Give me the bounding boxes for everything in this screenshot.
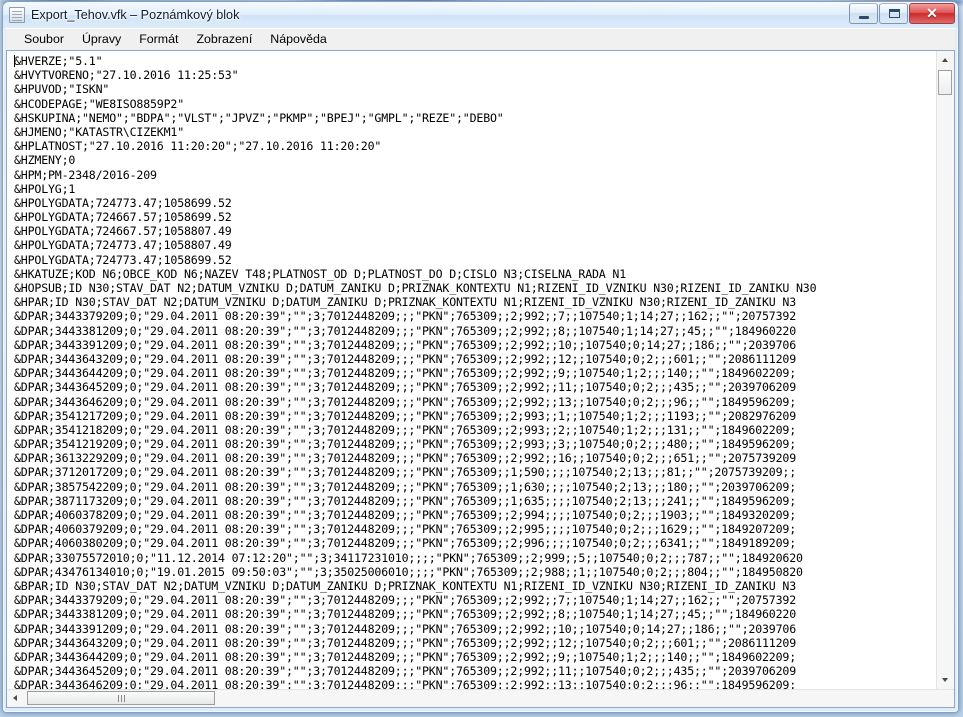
text-line: &HPOLYGDATA;724667.57;1058807.49 <box>14 224 232 239</box>
text-line: &DPAR;3443381209;0;"29.04.2011 08:20:39"… <box>14 323 797 338</box>
text-line: &DPAR;4060379209;0;"29.04.2011 08:20:39"… <box>14 522 797 537</box>
text-line: &HKATUZE;KOD N6;OBCE_KOD N6;NAZEV T48;PL… <box>14 266 627 281</box>
text-line: &DPAR;33075572010;0;"11.12.2014 07:12:20… <box>14 550 803 565</box>
text-line: &HPLATNOST;"27.10.2016 11:20:20";"27.10.… <box>14 139 382 154</box>
text-line: &DPAR;3613229209;0;"29.04.2011 08:20:39"… <box>14 451 797 466</box>
text-line: &DPAR;3541219209;0;"29.04.2011 08:20:39"… <box>14 437 797 452</box>
text-line: &DPAR;4060378209;0;"29.04.2011 08:20:39"… <box>14 508 797 522</box>
horizontal-scrollbar-thumb[interactable] <box>27 691 215 705</box>
text-line: &DPAR;3443644209;0;"29.04.2011 08:20:39"… <box>14 366 797 381</box>
text-line: &DPAR;3443645209;0;"29.04.2011 08:20:39"… <box>14 380 797 395</box>
text-line: &HZMENY;0 <box>14 153 76 168</box>
text-line: &DPAR;3443646209;0;"29.04.2011 08:20:39"… <box>14 678 797 689</box>
text-line: &DPAR;3443643209;0;"29.04.2011 08:20:39"… <box>14 351 797 366</box>
text-line: &DPAR;3443644209;0;"29.04.2011 08:20:39"… <box>14 649 797 664</box>
text-line: &HCODEPAGE;"WE8ISO8859P2" <box>14 96 185 111</box>
editor-frame: &HVERZE;"5.1" &HVYTVORENO;"27.10.2016 11:… <box>6 50 955 708</box>
text-line: &DPAR;3443643209;0;"29.04.2011 08:20:39"… <box>14 635 797 650</box>
text-line: &DPAR;3443391209;0;"29.04.2011 08:20:39"… <box>14 337 797 352</box>
vertical-scrollbar-thumb[interactable] <box>938 70 952 95</box>
maximize-restore-button[interactable] <box>879 3 908 24</box>
menu-item-zobrazeni[interactable]: Zobrazení <box>187 31 261 48</box>
text-line: &DPAR;3443379209;0;"29.04.2011 08:20:39"… <box>14 309 797 324</box>
menu-item-napoveda[interactable]: Nápověda <box>261 31 336 48</box>
text-line: &HPOLYG;1 <box>14 181 76 196</box>
editor-body: &HVERZE;"5.1" &HVYTVORENO;"27.10.2016 11:… <box>7 51 954 689</box>
scroll-left-arrow-icon[interactable] <box>7 690 24 707</box>
text-line: &HPAR;ID N30;STAV_DAT N2;DATUM_VZNIKU D;… <box>14 295 797 310</box>
text-line: &DPAR;3871173209;0;"29.04.2011 08:20:39"… <box>14 493 797 508</box>
text-line: &HPUVOD;"ISKN" <box>14 82 110 97</box>
text-line: &HPOLYGDATA;724773.47;1058699.52 <box>14 195 232 210</box>
minimize-icon <box>859 16 869 19</box>
scrollbar-corner <box>937 690 954 707</box>
text-line: &BPAR;ID N30;STAV_DAT N2;DATUM_VZNIKU D;… <box>14 578 797 593</box>
text-area[interactable]: &HVERZE;"5.1" &HVYTVORENO;"27.10.2016 11:… <box>7 51 936 689</box>
horizontal-scrollbar[interactable] <box>7 689 954 707</box>
text-line: &HOPSUB;ID N30;STAV_DAT N2;DATUM_VZNIKU … <box>14 281 817 295</box>
vertical-scrollbar[interactable] <box>936 51 954 689</box>
text-line: &DPAR;3443646209;0;"29.04.2011 08:20:39"… <box>14 394 797 409</box>
text-line: &DPAR;3541218209;0;"29.04.2011 08:20:39"… <box>14 422 797 437</box>
restore-icon <box>889 9 900 18</box>
text-line: &DPAR;43476134010;0;"19.01.2015 09:50:03… <box>14 564 803 579</box>
text-line: &HVERZE;"5.1" <box>14 54 103 68</box>
text-line: &DPAR;3443381209;0;"29.04.2011 08:20:39"… <box>14 607 797 622</box>
text-line: &DPAR;3443379209;0;"29.04.2011 08:20:39"… <box>14 593 797 608</box>
window-controls: ✕ <box>848 3 955 24</box>
window-title: Export_Tehov.vfk – Poznámkový blok <box>31 8 240 22</box>
minimize-button[interactable] <box>849 3 878 24</box>
menu-item-soubor[interactable]: Soubor <box>15 31 73 48</box>
close-button[interactable]: ✕ <box>909 3 955 24</box>
text-line: &DPAR;3712017209;0;"29.04.2011 08:20:39"… <box>14 465 797 480</box>
text-line: &DPAR;3857542209;0;"29.04.2011 08:20:39"… <box>14 479 797 494</box>
scroll-up-arrow-icon[interactable] <box>937 51 954 68</box>
text-line: &HPM;PM-2348/2016-209 <box>14 167 157 182</box>
scroll-down-arrow-icon[interactable] <box>937 672 954 689</box>
text-line: &DPAR;3443391209;0;"29.04.2011 08:20:39"… <box>14 621 797 636</box>
text-line: &HVYTVORENO;"27.10.2016 11:25:53" <box>14 68 239 83</box>
notepad-window: Export_Tehov.vfk – Poznámkový blok ✕ Sou… <box>2 1 959 713</box>
text-line: &HJMENO;"KATASTR\CIZEKM1" <box>14 124 185 139</box>
title-bar[interactable]: Export_Tehov.vfk – Poznámkový blok ✕ <box>3 2 958 28</box>
text-line: &DPAR;3443645209;0;"29.04.2011 08:20:39"… <box>14 664 797 679</box>
notepad-icon <box>9 7 25 23</box>
text-line: &HPOLYGDATA;724773.47;1058699.52 <box>14 252 232 267</box>
text-line: &HPOLYGDATA;724773.47;1058807.49 <box>14 238 232 253</box>
text-caret <box>14 55 15 67</box>
menu-item-upravy[interactable]: Úpravy <box>73 31 130 48</box>
menu-item-format[interactable]: Formát <box>130 31 187 48</box>
close-icon: ✕ <box>926 5 938 21</box>
text-line: &DPAR;4060380209;0;"29.04.2011 08:20:39"… <box>14 536 797 551</box>
text-line: &DPAR;3541217209;0;"29.04.2011 08:20:39"… <box>14 408 797 423</box>
text-line: &HSKUPINA;"NEMO";"BDPA";"VLST";"JPVZ";"P… <box>14 110 504 125</box>
text-line: &HPOLYGDATA;724667.57;1058699.52 <box>14 210 232 225</box>
menu-bar: Soubor Úpravy Formát Zobrazení Nápověda <box>6 28 955 50</box>
